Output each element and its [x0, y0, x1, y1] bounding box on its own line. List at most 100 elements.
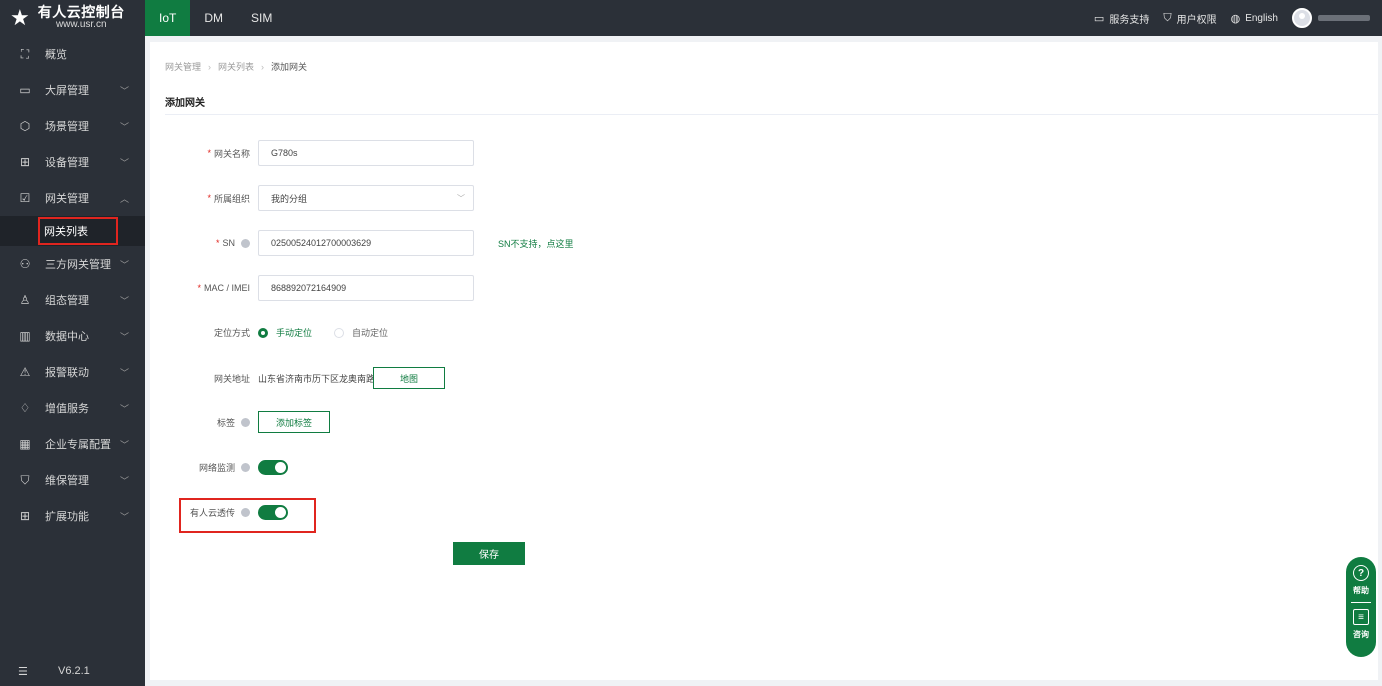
- sidebar-item-device[interactable]: ⊞ 设备管理 ﹀: [0, 144, 145, 180]
- help-icon[interactable]: [241, 238, 250, 248]
- sidebar: ⛶ 概览 ▭ 大屏管理 ﹀ ⬡ 场景管理 ﹀ ⊞ 设备管理 ﹀ ☑ 网关管理 ︿…: [0, 36, 145, 686]
- sidebar-item-label: 数据中心: [45, 331, 89, 343]
- sidebar-item-enterprise[interactable]: ▦ 企业专属配置 ﹀: [0, 426, 145, 462]
- sn-unsupported-link[interactable]: SN不支持，点这里: [498, 237, 574, 250]
- sidebar-item-maintenance[interactable]: ⛉ 维保管理 ﹀: [0, 462, 145, 498]
- service-support-label: 服务支持: [1109, 14, 1150, 26]
- sn-input[interactable]: 02500524012700003629: [258, 230, 474, 256]
- sidebar-item-label: 场景管理: [45, 121, 89, 133]
- required-mark: *: [207, 193, 211, 203]
- sidebar-item-value-added[interactable]: ♢ 增值服务 ﹀: [0, 390, 145, 426]
- chevron-down-icon: ﹀: [119, 367, 129, 378]
- sidebar-footer: ☰ V6.2.1: [0, 656, 145, 686]
- language-switch[interactable]: ◍ English: [1231, 12, 1278, 25]
- chevron-down-icon: ﹀: [119, 475, 129, 486]
- required-mark: *: [197, 283, 201, 293]
- sn-value: 02500524012700003629: [271, 238, 372, 248]
- shield-icon: ⛉: [1163, 11, 1172, 24]
- tab-iot[interactable]: IoT: [145, 0, 191, 36]
- chevron-down-icon: ﹀: [457, 193, 465, 203]
- map-button[interactable]: 地图: [373, 367, 445, 389]
- consult-label: 咨询: [1353, 630, 1369, 639]
- tab-dm[interactable]: DM: [190, 0, 237, 36]
- top-tabs: IoT DM SIM: [145, 0, 286, 36]
- form-row-org: * 所属组织 我的分组 ﹀: [150, 185, 474, 211]
- chevron-down-icon: ﹀: [119, 259, 129, 270]
- form-row-mac: * MAC / IMEI 868892072164909: [150, 275, 474, 301]
- form-row-locate: 定位方式 手动定位 自动定位: [150, 326, 388, 339]
- floating-help-panel: ? 帮助 ≡ 咨询: [1346, 557, 1376, 657]
- maintenance-icon: ⛉: [20, 472, 30, 487]
- sidebar-item-label: 设备管理: [45, 157, 89, 169]
- chevron-up-icon: ︿: [119, 193, 129, 204]
- radio-label: 手动定位: [276, 328, 313, 338]
- logo-url: www.usr.cn: [55, 19, 107, 31]
- sn-label: SN: [222, 238, 235, 248]
- sidebar-item-label: 维保管理: [45, 475, 89, 487]
- chevron-down-icon: ﹀: [119, 439, 129, 450]
- overview-icon: ⛶: [20, 46, 30, 61]
- mac-imei-value: 868892072164909: [271, 283, 347, 293]
- radio-manual-locate[interactable]: 手动定位: [258, 326, 312, 339]
- chevron-right-icon: ›: [261, 61, 265, 72]
- breadcrumb-item[interactable]: 网关管理: [165, 60, 201, 73]
- organization-value: 我的分组: [271, 193, 308, 204]
- scene-icon: ⬡: [19, 119, 31, 133]
- add-tag-button[interactable]: 添加标签: [258, 411, 330, 433]
- chevron-down-icon: ﹀: [119, 85, 129, 96]
- extend-icon: ⊞: [19, 509, 31, 523]
- sidebar-item-gateway[interactable]: ☑ 网关管理 ︿: [0, 180, 145, 216]
- sidebar-item-data-center[interactable]: ▥ 数据中心 ﹀: [0, 318, 145, 354]
- organization-select[interactable]: 我的分组 ﹀: [258, 185, 474, 211]
- help-label: 帮助: [1353, 586, 1369, 595]
- chevron-down-icon: ﹀: [119, 121, 129, 132]
- gateway-icon: ☑: [19, 191, 31, 205]
- radio-auto-locate[interactable]: 自动定位: [334, 326, 388, 339]
- mac-label: MAC / IMEI: [203, 283, 250, 293]
- sidebar-item-overview[interactable]: ⛶ 概览: [0, 36, 145, 72]
- form-row-name: * 网关名称 G780s: [150, 140, 474, 166]
- monitor-label: 网络监测: [198, 463, 235, 473]
- mac-imei-input[interactable]: 868892072164909: [258, 275, 474, 301]
- sidebar-item-label: 报警联动: [45, 367, 89, 379]
- sidebar-item-label: 企业专属配置: [45, 439, 111, 451]
- highlight-box: [38, 217, 118, 245]
- alarm-icon: ⚠: [19, 365, 31, 379]
- consult-button[interactable]: ≡ 咨询: [1353, 609, 1369, 640]
- document-icon: ≡: [1353, 609, 1369, 625]
- sidebar-item-label: 网关管理: [45, 193, 89, 205]
- sidebar-item-third-party-gateway[interactable]: ⚇ 三方网关管理 ﹀: [0, 246, 145, 282]
- logo[interactable]: ★ 有人云控制台 www.usr.cn: [0, 0, 145, 36]
- sidebar-item-label: 三方网关管理: [45, 259, 111, 271]
- org-label: 所属组织: [213, 193, 250, 204]
- sidebar-item-extend[interactable]: ⊞ 扩展功能 ﹀: [0, 498, 145, 534]
- user-permissions-link[interactable]: ⛉ 用户权限: [1163, 11, 1216, 26]
- chevron-down-icon: ﹀: [119, 403, 129, 414]
- help-icon[interactable]: [241, 417, 250, 427]
- gateway-name-input[interactable]: G780s: [258, 140, 474, 166]
- divider: [165, 114, 1378, 115]
- collapse-menu-icon[interactable]: ☰: [18, 665, 32, 678]
- help-button[interactable]: ? 帮助: [1353, 565, 1369, 596]
- address-label: 网关地址: [213, 373, 250, 384]
- tab-sim[interactable]: SIM: [237, 0, 286, 36]
- chat-icon: ▭: [1093, 12, 1105, 25]
- language-label: English: [1245, 12, 1278, 24]
- save-button[interactable]: 保存: [453, 542, 525, 565]
- sidebar-item-screen[interactable]: ▭ 大屏管理 ﹀: [0, 72, 145, 108]
- breadcrumb-item[interactable]: 网关列表: [218, 60, 254, 73]
- sidebar-subitem-gateway-list[interactable]: 网关列表: [0, 216, 145, 246]
- sidebar-item-configuration[interactable]: ♙ 组态管理 ﹀: [0, 282, 145, 318]
- gateway-name-value: G780s: [271, 148, 298, 158]
- tag-label: 标签: [216, 417, 235, 428]
- avatar[interactable]: [1292, 8, 1312, 28]
- screen-icon: ▭: [19, 83, 31, 97]
- network-monitor-toggle[interactable]: [258, 460, 288, 475]
- required-mark: *: [215, 238, 220, 248]
- username-redacted[interactable]: [1318, 15, 1370, 21]
- service-support-link[interactable]: ▭ 服务支持: [1094, 11, 1149, 26]
- sidebar-item-scene[interactable]: ⬡ 场景管理 ﹀: [0, 108, 145, 144]
- sidebar-item-alarm[interactable]: ⚠ 报警联动 ﹀: [0, 354, 145, 390]
- radio-label: 自动定位: [352, 328, 389, 338]
- help-icon[interactable]: [241, 463, 250, 472]
